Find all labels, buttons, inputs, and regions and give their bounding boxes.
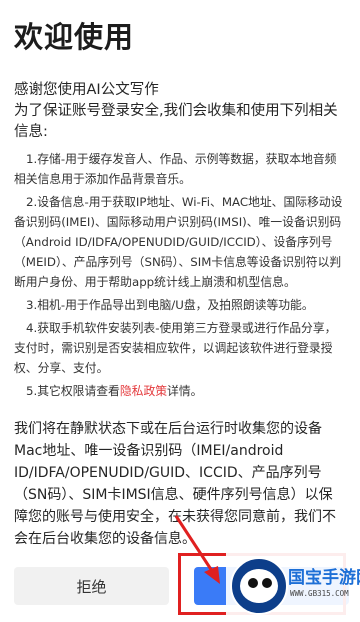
- intro-line-2: 为了保证账号登录安全,我们会收集和使用下列相关信息:: [14, 103, 338, 140]
- intro-line-1: 感谢您使用AI公文写作: [14, 82, 159, 98]
- permission-other: 5.其它权限请查看隐私政策详情。: [14, 381, 348, 401]
- permission-storage: 1.存储-用于缓存发音人、作品、示例等数据，获取本地音频相关信息用于添加作品背景…: [14, 152, 337, 186]
- panda-logo-icon: [230, 557, 288, 615]
- page-title: 欢迎使用: [14, 20, 135, 54]
- permission-camera: 3.相机-用于作品导出到电脑/U盘，及拍照朗读等功能。: [26, 298, 314, 312]
- permission-list: 1.存储-用于缓存发音人、作品、示例等数据，获取本地音频相关信息用于添加作品背景…: [14, 149, 348, 404]
- permission-app-list: 4.获取手机软件安装列表-使用第三方登录或进行作品分享，支付时，需识别是否安装相…: [14, 321, 337, 375]
- permission-device-info: 2.设备信息-用于获取IP地址、Wi-Fi、MAC地址、国际移动设备识别码(IM…: [14, 195, 343, 289]
- privacy-policy-link[interactable]: 隐私政策: [120, 384, 167, 398]
- arrow-icon: [174, 515, 220, 584]
- watermark: 国宝手游网 WWW.GB315.COM: [226, 553, 360, 619]
- decline-button[interactable]: 拒绝: [14, 567, 169, 605]
- watermark-url: WWW.GB315.COM: [290, 589, 349, 598]
- intro-text: 感谢您使用AI公文写作 为了保证账号登录安全,我们会收集和使用下列相关信息:: [14, 80, 352, 143]
- watermark-text: 国宝手游网: [288, 568, 360, 588]
- permission-other-suffix: 详情。: [167, 384, 203, 398]
- permission-other-prefix: 5.其它权限请查看: [26, 384, 120, 398]
